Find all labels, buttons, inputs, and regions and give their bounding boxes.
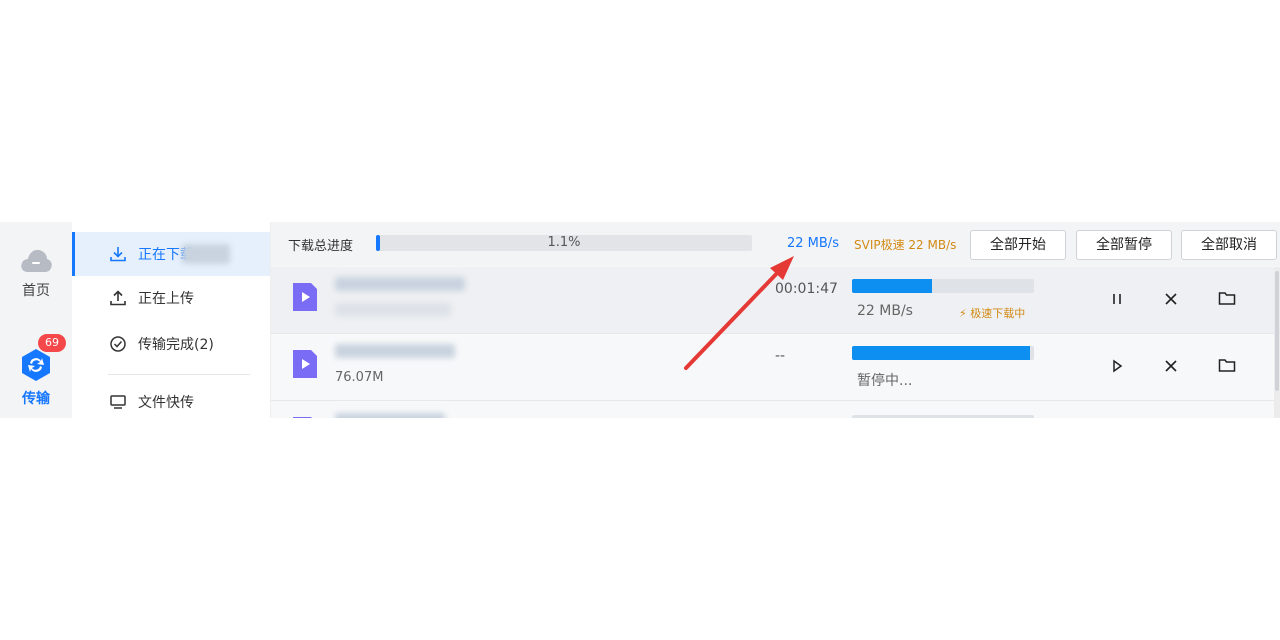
annotation-arrow (684, 256, 794, 370)
